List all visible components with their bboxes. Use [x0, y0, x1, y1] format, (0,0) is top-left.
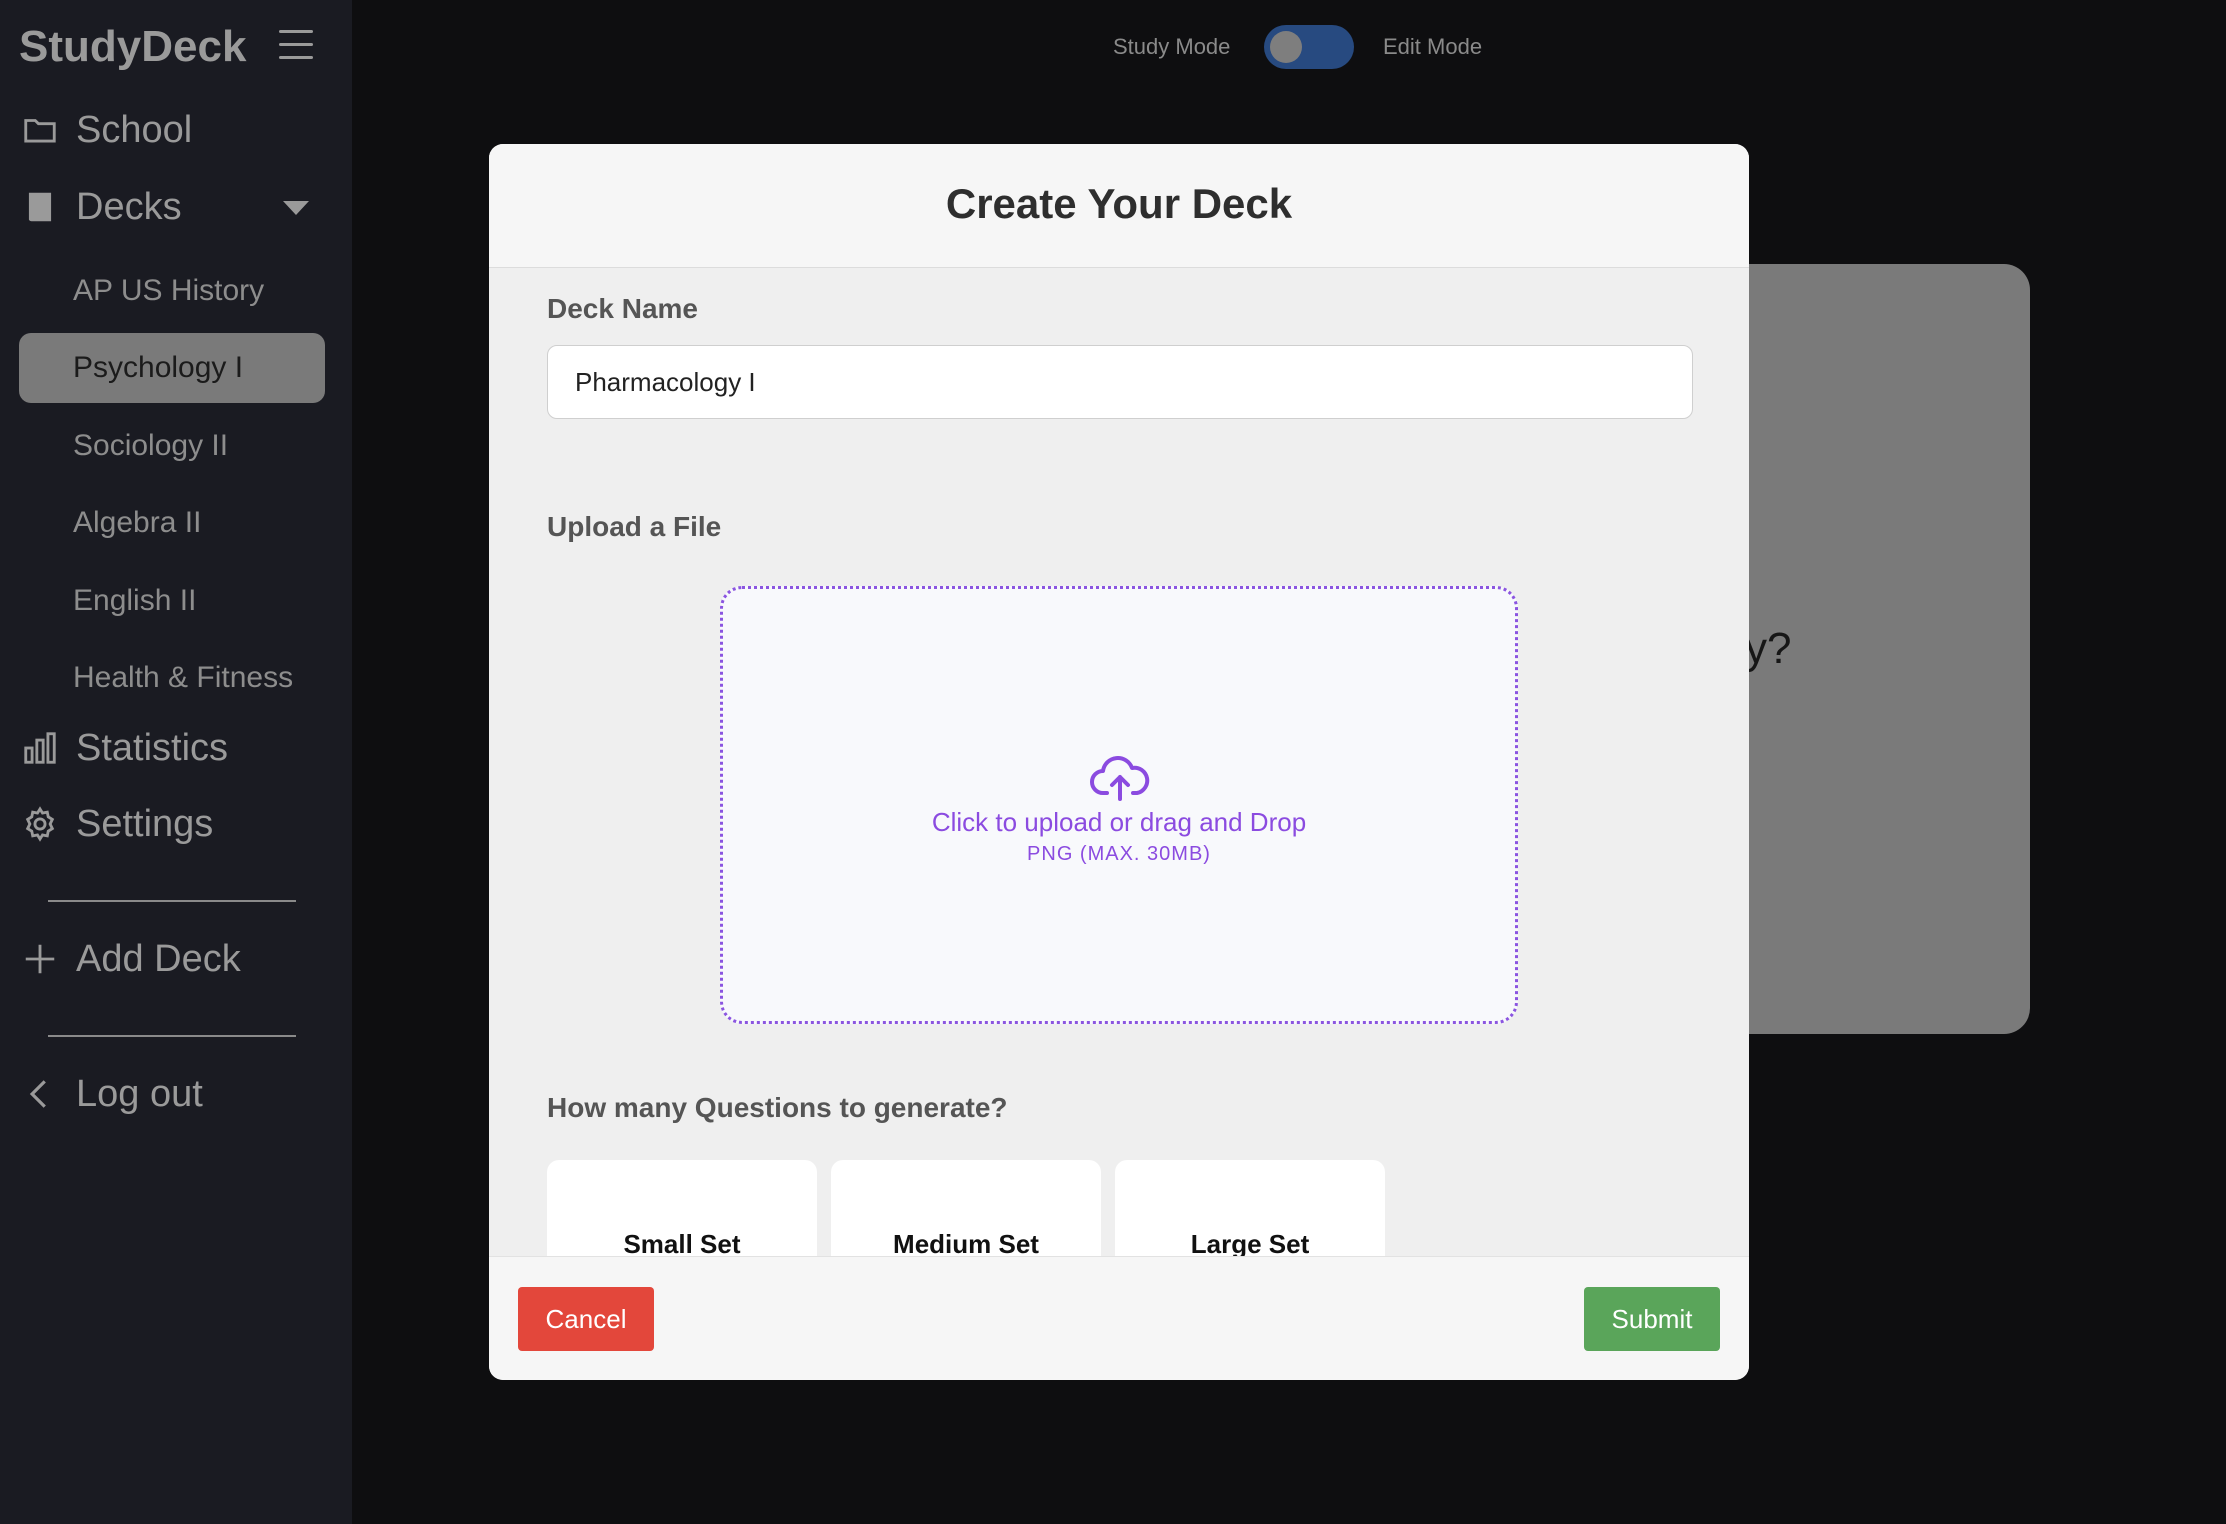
sidebar-item-label: Settings [76, 802, 214, 845]
chevron-left-icon [20, 1074, 60, 1114]
deck-item-health-fitness[interactable]: Health & Fitness [73, 656, 293, 700]
deck-item-algebra-ii[interactable]: Algebra II [73, 501, 201, 545]
edit-mode-label: Edit Mode [1383, 34, 1483, 59]
deck-name-input[interactable] [547, 345, 1693, 419]
modal-title: Create Your Deck [945, 180, 1293, 227]
menu-icon[interactable] [279, 30, 313, 60]
sidebar-item-add-deck[interactable]: Add Deck [20, 929, 241, 989]
upload-instruction: Click to upload or drag and Drop [931, 807, 1307, 837]
upload-label: Upload a File [547, 511, 722, 542]
sidebar-item-decks[interactable]: Decks [20, 177, 182, 237]
mode-toggle[interactable] [1264, 25, 1354, 69]
flashcard-question-fragment: y? [1745, 624, 1792, 673]
questions-label: How many Questions to generate? [547, 1092, 1008, 1123]
sidebar-divider [48, 900, 296, 902]
modal-footer: Cancel Submit [489, 1256, 1749, 1380]
study-mode-label: Study Mode [1113, 34, 1231, 59]
brand-logo: StudyDeck [19, 22, 247, 71]
deck-item-sociology-ii[interactable]: Sociology II [73, 424, 228, 468]
book-icon [20, 187, 60, 227]
cancel-button[interactable]: Cancel [518, 1287, 654, 1351]
toggle-knob [1270, 31, 1302, 63]
sidebar-divider [48, 1035, 296, 1037]
sidebar-item-label: Add Deck [76, 937, 241, 980]
sidebar-item-label: Log out [76, 1072, 203, 1115]
deck-item-english-ii[interactable]: English II [73, 579, 196, 623]
upload-hint: PNG (MAX. 30MB) [1027, 843, 1211, 865]
sidebar-item-log-out[interactable]: Log out [20, 1064, 203, 1124]
deck-item-ap-us-history[interactable]: AP US History [73, 269, 264, 313]
sidebar-item-label: Statistics [76, 726, 229, 769]
file-dropzone[interactable]: Click to upload or drag and Drop PNG (MA… [720, 586, 1518, 1024]
sidebar-item-school[interactable]: School [20, 100, 192, 160]
bar-chart-icon [20, 728, 60, 768]
modal-header: Create Your Deck [489, 144, 1749, 268]
folder-icon [20, 110, 60, 150]
deck-item-psychology-i[interactable]: Psychology I [73, 346, 243, 390]
gear-icon [20, 804, 60, 844]
sidebar-item-label: School [76, 108, 193, 151]
sidebar-item-settings[interactable]: Settings [20, 794, 213, 854]
cloud-upload-icon [1090, 756, 1150, 801]
sidebar: StudyDeck School Decks AP US History Psy… [0, 0, 352, 1524]
plus-icon [20, 939, 60, 979]
sidebar-item-label: Decks [76, 185, 182, 228]
submit-button[interactable]: Submit [1584, 1287, 1720, 1351]
chevron-down-icon[interactable] [283, 201, 309, 215]
deck-name-label: Deck Name [547, 293, 698, 324]
sidebar-item-statistics[interactable]: Statistics [20, 718, 228, 778]
create-deck-modal: Create Your Deck Deck Name Upload a File… [489, 144, 1749, 1380]
